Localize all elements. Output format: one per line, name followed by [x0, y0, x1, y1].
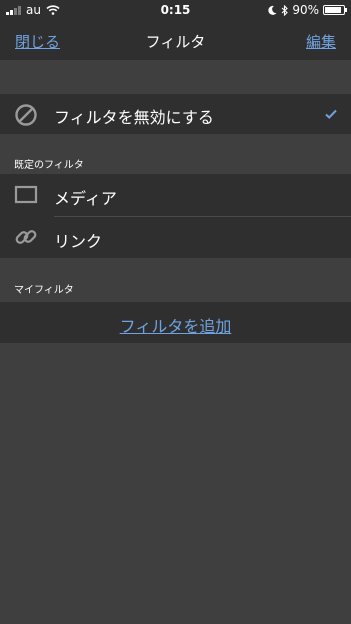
link-icon [15, 230, 37, 244]
navigation-bar: 閉じる フィルタ 編集 [0, 20, 351, 60]
add-filter-button[interactable]: フィルタを追加 [0, 313, 351, 337]
disable-filter-cell[interactable]: フィルタを無効にする [0, 94, 351, 134]
add-filter-cell[interactable]: フィルタを追加 [0, 302, 351, 343]
page-title: フィルタ [145, 33, 206, 51]
default-filters-header: 既定のフィルタ [14, 160, 84, 171]
bluetooth-icon [281, 4, 289, 16]
filter-item-label: メディア [54, 189, 117, 208]
battery-icon [323, 5, 347, 15]
disable-filter-label: フィルタを無効にする [54, 108, 214, 127]
checkmark-icon [325, 109, 337, 119]
battery-percent: 90% [292, 3, 319, 17]
my-filters-header: マイフィルタ [14, 285, 74, 296]
filter-item-label: リンク [54, 232, 103, 251]
status-right: 90% [268, 3, 347, 17]
battery-tip [345, 8, 347, 12]
media-icon [14, 185, 38, 204]
prohibited-icon [15, 104, 37, 126]
moon-icon [268, 5, 277, 15]
battery-fill [325, 7, 341, 13]
status-bar: au 0:15 90% [0, 0, 351, 20]
edit-button[interactable]: 編集 [306, 31, 336, 52]
default-filters-group: メディア リンク [0, 174, 351, 258]
filter-item-link[interactable]: リンク [0, 217, 351, 258]
filter-item-media[interactable]: メディア [0, 174, 351, 216]
